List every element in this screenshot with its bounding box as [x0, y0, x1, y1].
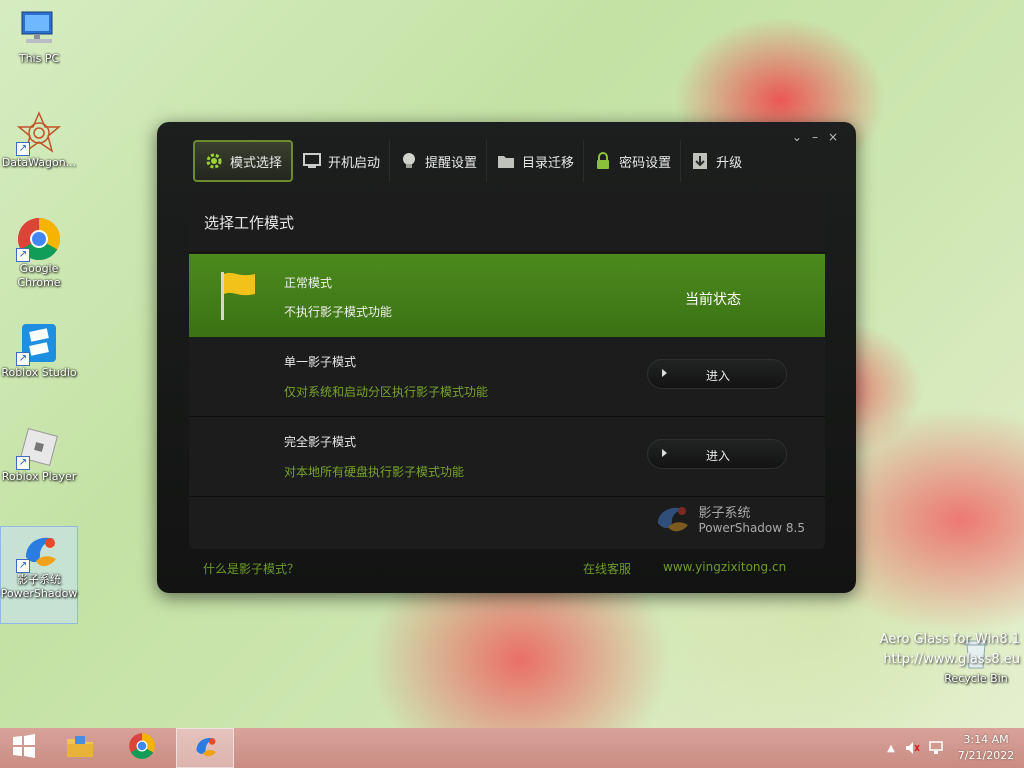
tab-mode-select[interactable]: 模式选择: [193, 140, 294, 182]
powershadow-window: ⌄ – × 模式选择 开机启动 提醒设置 目录迁移 密码设置 升级 选择工作模式…: [157, 122, 856, 593]
tab-upgrade[interactable]: 升级: [681, 140, 751, 182]
tab-bar: 模式选择 开机启动 提醒设置 目录迁移 密码设置 升级: [193, 140, 751, 182]
desktop-icon-powershadow[interactable]: ↗ 影子系统 PowerShadow: [0, 526, 78, 624]
powershadow-icon: ↗: [16, 527, 62, 573]
mode-title: 完全影子模式: [284, 435, 357, 449]
taskbar-chrome[interactable]: [118, 728, 166, 768]
watermark-line2: http://www.glass8.eu: [883, 652, 1020, 667]
taskbar-powershadow[interactable]: [176, 728, 234, 768]
clock-time: 3:14 AM: [963, 733, 1009, 746]
desktop-icon-label: DataWagon...: [1, 156, 77, 169]
panel-title: 选择工作模式: [189, 193, 825, 253]
button-label: 进入: [705, 369, 730, 383]
bulb-icon: [399, 151, 419, 171]
shortcut-arrow-icon: ↗: [16, 248, 30, 262]
support-link[interactable]: 在线客服: [583, 560, 631, 577]
powershadow-icon: [190, 731, 220, 765]
start-button[interactable]: [0, 728, 48, 768]
aero-glass-watermark: Aero Glass for Win8.1 http://www.glass8.…: [880, 630, 1020, 670]
mode-row-single: 单一影子模式 仅对系统和启动分区执行影子模式功能 进入: [189, 337, 825, 417]
download-icon: [690, 151, 710, 171]
mode-title: 正常模式: [284, 276, 333, 290]
tab-password[interactable]: 密码设置: [584, 140, 682, 182]
folder-icon: [496, 151, 516, 171]
shortcut-arrow-icon: ↗: [16, 456, 30, 470]
roblox-studio-icon: ↗: [16, 320, 62, 366]
system-tray: ▲ 3:14 AM 7/21/2022: [882, 728, 1024, 768]
taskbar-file-explorer[interactable]: [56, 728, 104, 768]
minimize-button[interactable]: –: [812, 130, 818, 144]
desktop-icon-this-pc[interactable]: This PC: [0, 6, 78, 66]
shortcut-arrow-icon: ↗: [16, 142, 30, 156]
desktop-icon-chrome[interactable]: ↗ Google Chrome: [0, 216, 78, 290]
flag-icon: [219, 270, 259, 322]
clock[interactable]: 3:14 AM 7/21/2022: [948, 732, 1024, 764]
clock-date: 7/21/2022: [957, 749, 1015, 762]
window-controls: ⌄ – ×: [792, 130, 838, 144]
enter-single-mode-button[interactable]: 进入: [647, 359, 787, 389]
windows-logo-icon: [11, 733, 37, 763]
website-link[interactable]: www.yingzixitong.cn: [663, 560, 786, 574]
brand-logo: 影子系统 PowerShadow 8.5: [654, 501, 805, 539]
desktop-icon-roblox-studio[interactable]: ↗ Roblox Studio: [0, 320, 78, 380]
file-explorer-icon: [65, 733, 95, 763]
desktop-icon-label: Google Chrome: [17, 262, 61, 289]
mode-description: 仅对系统和启动分区执行影子模式功能: [284, 385, 489, 399]
desktop-icon-label: 影子系统 PowerShadow: [0, 573, 78, 600]
volume-muted-icon[interactable]: [900, 740, 924, 756]
mode-row-normal[interactable]: 正常模式 不执行影子模式功能 当前状态: [189, 254, 825, 337]
desktop-icon-label: Recycle Bin: [944, 672, 1008, 685]
watermark-line1: Aero Glass for Win8.1: [879, 632, 1020, 647]
datawagon-icon: ↗: [16, 110, 62, 156]
desktop-icon-label: Roblox Player: [1, 470, 77, 483]
tab-label: 模式选择: [230, 155, 283, 171]
mode-row-full: 完全影子模式 对本地所有硬盘执行影子模式功能 进入: [189, 417, 825, 497]
tab-reminder[interactable]: 提醒设置: [390, 140, 488, 182]
shortcut-arrow-icon: ↗: [16, 352, 30, 366]
powershadow-logo-icon: [654, 501, 694, 539]
restore-button[interactable]: ⌄: [792, 130, 802, 144]
tab-label: 升级: [716, 155, 743, 171]
network-icon[interactable]: [924, 740, 948, 756]
roblox-player-icon: ↗: [16, 424, 62, 470]
tab-label: 提醒设置: [425, 155, 478, 171]
mode-description: 不执行影子模式功能: [284, 305, 393, 319]
monitor-icon: [302, 151, 322, 171]
desktop-icon-label: This PC: [18, 52, 60, 65]
computer-icon: [16, 6, 62, 52]
close-button[interactable]: ×: [828, 130, 838, 144]
tab-label: 开机启动: [328, 155, 381, 171]
help-link[interactable]: 什么是影子模式？: [203, 560, 299, 577]
shortcut-arrow-icon: ↗: [16, 559, 30, 573]
show-hidden-icons-icon[interactable]: ▲: [882, 743, 900, 754]
brand-sub: PowerShadow: [698, 520, 783, 535]
lock-icon: [593, 151, 613, 171]
brand-version: 8.5: [785, 520, 805, 535]
tab-startup[interactable]: 开机启动: [293, 140, 391, 182]
desktop-icon-label: Roblox Studio: [1, 366, 77, 379]
taskbar: ▲ 3:14 AM 7/21/2022: [0, 728, 1024, 768]
mode-panel: 选择工作模式 正常模式 不执行影子模式功能 当前状态 单一影子模式 仅对系统和启…: [189, 193, 825, 549]
tab-label: 目录迁移: [522, 155, 575, 171]
button-label: 进入: [705, 449, 730, 463]
current-state-label: 当前状态: [685, 292, 741, 308]
mode-description: 对本地所有硬盘执行影子模式功能: [284, 465, 465, 479]
chrome-icon: [128, 732, 156, 764]
desktop-icon-roblox-player[interactable]: ↗ Roblox Player: [0, 424, 78, 484]
brand-name: 影子系统: [698, 505, 751, 521]
chrome-icon: ↗: [16, 216, 62, 262]
tab-label: 密码设置: [619, 155, 672, 171]
tab-directory-migration[interactable]: 目录迁移: [487, 140, 585, 182]
desktop-icon-datawagon[interactable]: ↗ DataWagon...: [0, 110, 78, 170]
gear-icon: [204, 151, 224, 171]
mode-title: 单一影子模式: [284, 355, 357, 369]
enter-full-mode-button[interactable]: 进入: [647, 439, 787, 469]
